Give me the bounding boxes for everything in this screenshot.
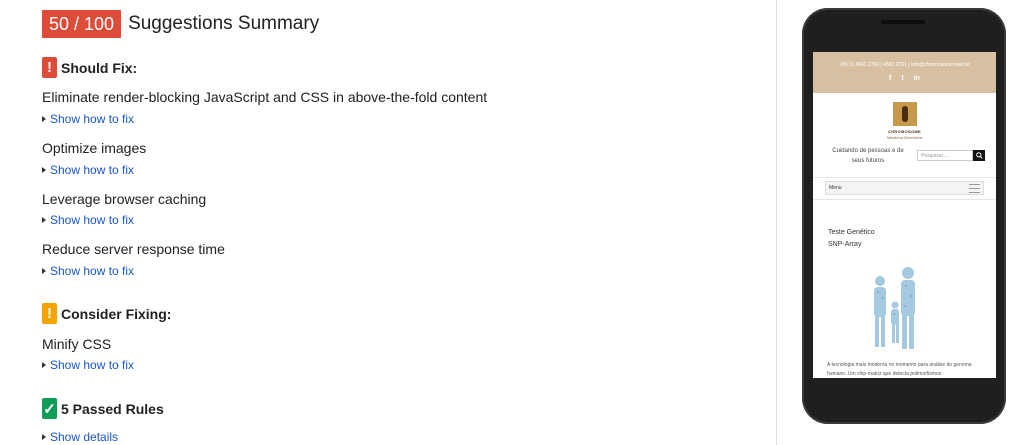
rule-minify-css: Minify CSS — [42, 336, 112, 352]
warning-icon: ! — [42, 57, 57, 78]
passed-rules-label: 5 Passed Rules — [61, 400, 164, 417]
show-details-link[interactable]: Show details — [42, 430, 118, 444]
expand-triangle-icon — [42, 434, 46, 440]
site-paragraph: A tecnologia mais moderna no momento par… — [827, 362, 972, 377]
phone-speaker — [881, 20, 925, 24]
site-heading-line1: Teste Genético — [828, 229, 875, 236]
score-badge: 50 / 100 — [42, 10, 122, 38]
hamburger-icon — [969, 183, 980, 193]
results-panel: 50 / 100 Suggestions Summary ! Should Fi… — [0, 0, 776, 445]
rule-render-blocking: Eliminate render-blocking JavaScript and… — [42, 89, 488, 105]
consider-fixing-header: ! Consider Fixing: — [42, 303, 171, 324]
show-how-to-fix-link[interactable]: Show how to fix — [42, 163, 134, 177]
summary-header: 50 / 100 Suggestions Summary — [42, 10, 319, 38]
expand-triangle-icon — [42, 217, 46, 223]
panel-divider — [776, 0, 777, 445]
caution-icon: ! — [42, 303, 57, 324]
rule-server-response: Reduce server response time — [42, 241, 225, 257]
checkmark-icon: ✓ — [42, 398, 57, 419]
site-tag-row: Cuidando de pessoas e de seus futuros Pe… — [813, 146, 996, 166]
site-brand: CHROMOSOME — [888, 129, 921, 134]
site-menu-bar: Menu — [825, 181, 984, 195]
expand-triangle-icon — [42, 268, 46, 274]
show-how-to-fix-link[interactable]: Show how to fix — [42, 213, 134, 227]
should-fix-header: ! Should Fix: — [42, 57, 137, 78]
site-search-input: Pesquisar ... — [917, 150, 973, 161]
site-topbar: +55 11 4561 2760 | 4561 2761 | info@chro… — [813, 52, 996, 93]
site-social: f t in — [813, 75, 996, 82]
site-separator — [813, 199, 996, 200]
logo-icon — [892, 102, 917, 126]
expand-triangle-icon — [42, 362, 46, 368]
expand-triangle-icon — [42, 167, 46, 173]
site-search: Pesquisar ... — [917, 150, 985, 161]
phone-screen: +55 11 4561 2760 | 4561 2761 | info@chro… — [813, 52, 996, 378]
show-how-to-fix-link[interactable]: Show how to fix — [42, 112, 134, 126]
summary-title: Suggestions Summary — [128, 13, 320, 34]
family-dna-illustration — [813, 261, 996, 357]
rule-optimize-images: Optimize images — [42, 140, 147, 156]
passed-rules-header: ✓ 5 Passed Rules — [42, 398, 164, 419]
show-how-to-fix-link[interactable]: Show how to fix — [42, 264, 134, 278]
site-separator — [813, 177, 996, 178]
twitter-icon: t — [901, 75, 904, 82]
site-logo: CHROMOSOME Medicina Genômica — [813, 102, 996, 140]
expand-triangle-icon — [42, 116, 46, 122]
show-how-to-fix-link[interactable]: Show how to fix — [42, 358, 134, 372]
site-tagline: Cuidando de pessoas e de seus futuros — [832, 148, 904, 164]
linkedin-icon: in — [913, 75, 920, 82]
site-menu-label: Menu — [829, 185, 842, 191]
rule-browser-caching: Leverage browser caching — [42, 191, 207, 207]
search-icon — [973, 150, 985, 161]
site-contact: +55 11 4561 2760 | 4561 2761 | info@chro… — [839, 62, 970, 68]
facebook-icon: f — [889, 75, 892, 82]
should-fix-label: Should Fix: — [61, 59, 138, 76]
site-heading: Teste Genético SNP-Array — [828, 227, 996, 251]
site-heading-line2: SNP-Array — [828, 241, 862, 248]
phone-preview: +55 11 4561 2760 | 4561 2761 | info@chro… — [802, 8, 1006, 424]
site-brand-sub: Medicina Genômica — [886, 135, 923, 140]
consider-fixing-label: Consider Fixing: — [61, 305, 172, 322]
